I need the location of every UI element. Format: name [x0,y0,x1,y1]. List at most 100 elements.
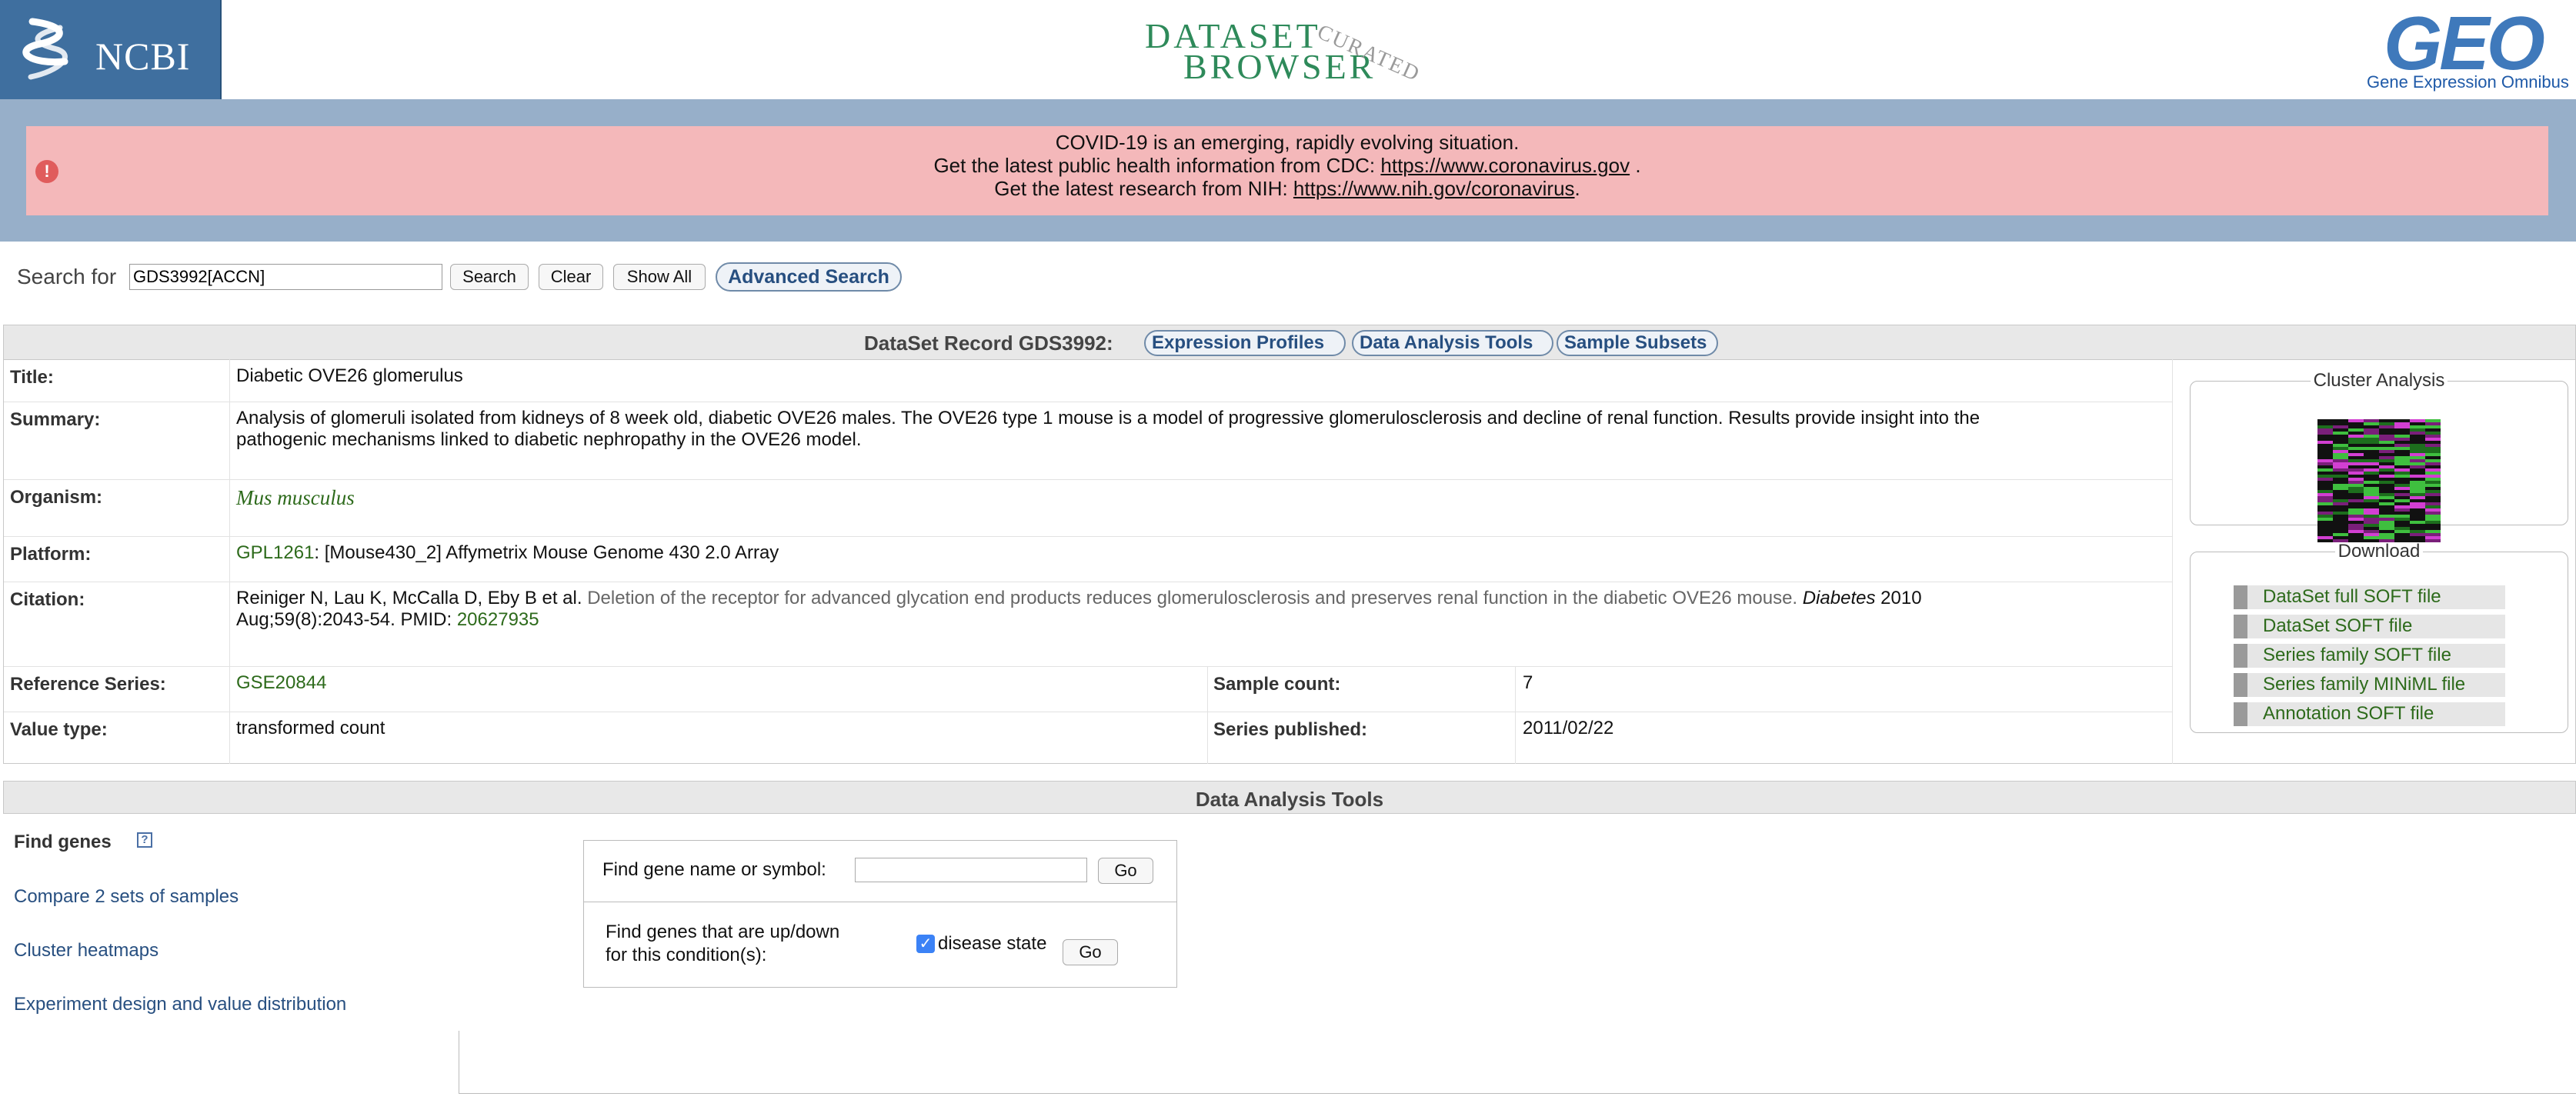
heatmap-cell [2348,505,2364,508]
heatmap-cell [2410,487,2425,490]
download-series-family-miniml[interactable]: Series family MINiML file [2234,673,2505,697]
heatmap-cell [2379,419,2394,422]
heatmap-cell [2364,481,2379,484]
show-all-button[interactable]: Show All [613,264,706,290]
heatmap-cell [2394,481,2410,484]
heatmap-cell [2394,450,2410,453]
compare-samples-link[interactable]: Compare 2 sets of samples [14,886,239,908]
search-input[interactable] [129,264,442,290]
heatmap-cell [2379,456,2394,459]
heatmap-cell [2364,462,2379,465]
heatmap-cell [2333,527,2348,530]
tab-sample-subsets[interactable]: Sample Subsets [1557,330,1718,356]
alert-band: ! COVID-19 is an emerging, rapidly evolv… [0,99,2576,242]
platform-link[interactable]: GPL1261 [236,542,314,563]
platform-description: : [Mouse430_2] Affymetrix Mouse Genome 4… [314,542,779,563]
series-published-value: 2011/02/22 [1523,718,1614,738]
title-value: Diabetic OVE26 glomerulus [236,365,463,386]
heatmap-cell [2394,499,2410,502]
disease-state-checkbox[interactable]: ✓ [916,935,935,953]
heatmap-cell [2379,496,2394,499]
heatmap-cell [2348,447,2364,450]
heatmap-cell [2364,478,2379,481]
heatmap-cell [2348,524,2364,527]
heatmap-cell [2379,524,2394,527]
pmid-link[interactable]: 20627935 [457,609,539,630]
heatmap-cell [2425,508,2441,512]
heatmap-cell [2410,515,2425,518]
cdc-link[interactable]: https://www.coronavirus.gov [1380,154,1630,177]
heatmap-cell [2364,465,2379,468]
nih-link[interactable]: https://www.nih.gov/coronavirus [1293,177,1575,200]
geo-logo[interactable]: GEO Gene Expression Omnibus [2354,1,2576,98]
heatmap-cell [2317,484,2333,487]
updown-go-button[interactable]: Go [1063,939,1118,965]
value-type-label: Value type: [10,719,108,740]
heatmap-cell [2379,512,2394,515]
heatmap-cell [2379,472,2394,475]
heatmap-cell [2364,419,2379,422]
heatmap-cell [2348,462,2364,465]
heatmap-cell [2333,450,2348,453]
heatmap-cell [2364,533,2379,536]
heatmap-cell [2333,515,2348,518]
dataset-record: DataSet Record GDS3992: Expression Profi… [3,325,2576,764]
heatmap-cell [2410,493,2425,496]
heatmap-cell [2425,475,2441,478]
heatmap-cell [2379,438,2394,441]
help-icon[interactable]: ? [137,832,152,848]
heatmap-cell [2333,441,2348,444]
heatmap-cell [2364,505,2379,508]
gene-symbol-input[interactable] [855,858,1087,882]
download-dataset-full-soft[interactable]: DataSet full SOFT file [2234,585,2505,609]
cluster-heatmaps-link[interactable]: Cluster heatmaps [14,940,158,962]
heatmap-cell [2333,453,2348,456]
heatmap-cell [2410,465,2425,468]
heatmap-cell [2348,493,2364,496]
tab-data-analysis-tools[interactable]: Data Analysis Tools [1352,330,1553,356]
heatmap-cell [2364,490,2379,493]
tab-expression-profiles[interactable]: Expression Profiles [1144,330,1346,356]
alert-line-2-suffix: . [1630,154,1641,177]
clear-button[interactable]: Clear [539,264,603,290]
heatmap-cell [2348,422,2364,425]
cluster-heatmap-thumbnail[interactable] [2317,419,2441,542]
heatmap-cell [2333,490,2348,493]
heatmap-cell [2379,441,2394,444]
find-genes-label[interactable]: Find genes [14,832,112,853]
advanced-search-button[interactable]: Advanced Search [716,262,902,292]
alert-line-3-suffix: . [1574,177,1580,200]
search-button[interactable]: Search [450,264,529,290]
heatmap-cell [2348,533,2364,536]
experiment-design-link[interactable]: Experiment design and value distribution [14,994,346,1015]
heatmap-cell [2348,484,2364,487]
download-dataset-soft[interactable]: DataSet SOFT file [2234,615,2505,638]
heatmap-cell [2394,490,2410,493]
heatmap-cell [2379,447,2394,450]
heatmap-cell [2410,435,2425,438]
download-annotation-soft[interactable]: Annotation SOFT file [2234,702,2505,726]
download-label: DataSet full SOFT file [2263,586,2441,607]
heatmap-cell [2333,435,2348,438]
heatmap-cell [2333,428,2348,432]
heatmap-cell [2410,530,2425,533]
heatmap-cell [2364,428,2379,432]
heatmap-cell [2333,524,2348,527]
heatmap-cell [2364,496,2379,499]
heatmap-cell [2348,465,2364,468]
download-series-family-soft[interactable]: Series family SOFT file [2234,644,2505,668]
heatmap-cell [2410,450,2425,453]
dataset-browser-logo[interactable]: DATASET BROWSER CURATED [1139,5,1454,95]
ncbi-logo[interactable]: NCBI [0,0,222,99]
heatmap-cell [2410,441,2425,444]
organism-link[interactable]: Mus musculus [236,487,355,508]
heatmap-cell [2379,536,2394,539]
heatmap-cell [2348,472,2364,475]
find-gene-go-button[interactable]: Go [1098,858,1153,884]
reference-series-link[interactable]: GSE20844 [236,672,326,694]
heatmap-cell [2317,502,2333,505]
reference-series-row: Reference Series: GSE20844 Sample count:… [4,666,2172,712]
heatmap-cell [2425,441,2441,444]
heatmap-cell [2394,422,2410,425]
heatmap-cell [2364,515,2379,518]
